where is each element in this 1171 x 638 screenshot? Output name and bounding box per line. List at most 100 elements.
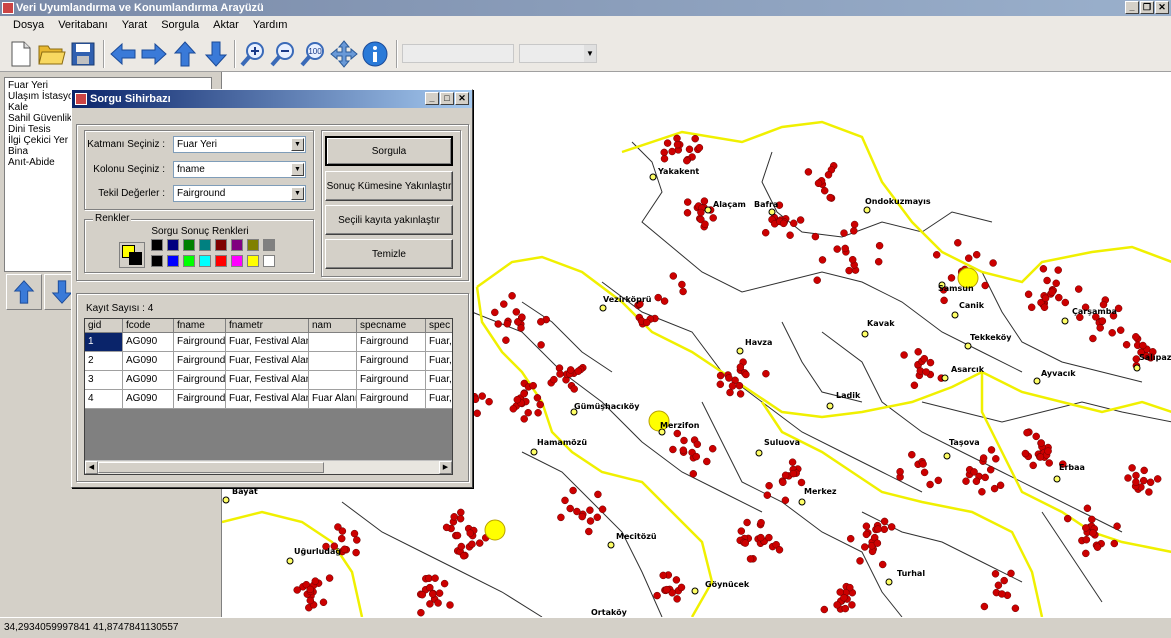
table-cell[interactable] [309, 371, 357, 390]
menu-aktar[interactable]: Aktar [206, 16, 246, 36]
table-cell[interactable]: Fairground [174, 333, 226, 352]
color-swatch[interactable] [199, 239, 211, 251]
color-swatch[interactable] [183, 255, 195, 267]
scroll-left-icon[interactable]: ◀ [85, 461, 98, 474]
table-row[interactable]: 1 AG090 Fairground Fuar, Festival Alanı … [85, 333, 452, 352]
table-cell[interactable]: AG090 [123, 390, 174, 409]
column-header[interactable]: gid [85, 319, 123, 333]
table-cell[interactable]: 2 [85, 352, 123, 371]
scroll-thumb[interactable] [98, 462, 324, 473]
table-cell[interactable]: Fuar, Festival Alanı [226, 333, 309, 352]
color-swatch[interactable] [263, 255, 275, 267]
table-row[interactable]: 3 AG090 Fairground Fuar, Festival Alanı … [85, 371, 452, 390]
zoom-to-results-button[interactable]: Sonuç Kümesine Yakınlaştır [325, 171, 453, 201]
results-table[interactable]: gid fcode fname fnametr nam specname spe… [84, 318, 453, 475]
color-swatch[interactable] [183, 239, 195, 251]
color-swatch[interactable] [231, 239, 243, 251]
column-header[interactable]: fcode [123, 319, 174, 333]
column-select[interactable]: fname ▼ [173, 161, 306, 178]
color-swatch[interactable] [215, 239, 227, 251]
table-cell[interactable]: Fuar, Festival Alanı [226, 352, 309, 371]
table-cell[interactable]: Fairground [357, 333, 426, 352]
zoom-in-icon[interactable] [238, 39, 268, 69]
table-cell[interactable]: 3 [85, 371, 123, 390]
table-row[interactable]: 4 AG090 Fairground Fuar, Festival Alanı … [85, 390, 452, 409]
query-button[interactable]: Sorgula [325, 136, 453, 166]
open-folder-icon[interactable] [37, 39, 67, 69]
toolbar-text-box[interactable] [402, 44, 514, 63]
zoom-100-icon[interactable]: 100 [298, 39, 328, 69]
color-swatch[interactable] [167, 239, 179, 251]
table-cell[interactable]: AG090 [123, 333, 174, 352]
dialog-maximize-button[interactable]: □ [440, 92, 454, 105]
menu-yarat[interactable]: Yarat [115, 16, 154, 36]
color-swatch[interactable] [151, 239, 163, 251]
layer-select[interactable]: Fuar Yeri ▼ [173, 136, 306, 153]
table-cell[interactable]: Fuar, Festival Alanı [226, 371, 309, 390]
chevron-down-icon[interactable]: ▼ [584, 45, 596, 62]
color-swatch[interactable] [215, 255, 227, 267]
table-cell[interactable]: 1 [85, 333, 123, 352]
arrow-right-icon[interactable] [139, 39, 169, 69]
color-swatch[interactable] [263, 239, 275, 251]
selected-color-preview[interactable] [119, 242, 145, 268]
toolbar-combo[interactable]: ▼ [519, 44, 597, 63]
color-swatch[interactable] [247, 239, 259, 251]
table-cell[interactable]: Fuar, Festival Alanı [226, 390, 309, 409]
zoom-out-icon[interactable] [268, 39, 298, 69]
column-header[interactable]: fnametr [226, 319, 309, 333]
column-header[interactable]: nam [309, 319, 357, 333]
table-cell[interactable]: 4 [85, 390, 123, 409]
horizontal-scrollbar[interactable]: ◀ ▶ [85, 460, 452, 474]
column-header[interactable]: spec [426, 319, 452, 333]
table-cell[interactable] [309, 333, 357, 352]
arrow-up-icon[interactable] [170, 39, 200, 69]
unique-values-select[interactable]: Fairground ▼ [173, 185, 306, 202]
save-icon[interactable] [68, 39, 98, 69]
table-cell[interactable]: Fuar, [426, 352, 452, 371]
table-cell[interactable]: AG090 [123, 352, 174, 371]
column-header[interactable]: specname [357, 319, 426, 333]
dialog-close-button[interactable]: ✕ [455, 92, 469, 105]
pan-icon[interactable] [329, 39, 359, 69]
color-swatch[interactable] [167, 255, 179, 267]
table-cell[interactable]: Fairground [357, 352, 426, 371]
column-header[interactable]: fname [174, 319, 226, 333]
menu-yardim[interactable]: Yardım [246, 16, 295, 36]
color-swatch[interactable] [247, 255, 259, 267]
table-cell[interactable]: Fairground [174, 352, 226, 371]
table-cell[interactable]: Fairground [174, 390, 226, 409]
highlight-point[interactable] [484, 519, 506, 541]
table-cell[interactable]: Fuar Alanı [309, 390, 357, 409]
new-file-icon[interactable] [6, 39, 36, 69]
minimize-button[interactable]: _ [1125, 1, 1139, 14]
chevron-down-icon[interactable]: ▼ [291, 138, 304, 151]
menu-sorgula[interactable]: Sorgula [154, 16, 206, 36]
color-swatch[interactable] [231, 255, 243, 267]
table-cell[interactable]: AG090 [123, 371, 174, 390]
info-icon[interactable] [360, 39, 390, 69]
menu-dosya[interactable]: Dosya [6, 16, 51, 36]
chevron-down-icon[interactable]: ▼ [291, 163, 304, 176]
clear-button[interactable]: Temizle [325, 239, 453, 269]
restore-button[interactable]: ❐ [1140, 1, 1154, 14]
color-swatch[interactable] [199, 255, 211, 267]
arrow-left-icon[interactable] [108, 39, 138, 69]
color-swatch[interactable] [151, 255, 163, 267]
table-cell[interactable]: Fuar, [426, 371, 452, 390]
menu-veritabani[interactable]: Veritabanı [51, 16, 115, 36]
close-button[interactable]: ✕ [1155, 1, 1169, 14]
chevron-down-icon[interactable]: ▼ [291, 187, 304, 200]
layer-up-button[interactable] [6, 274, 42, 310]
table-row[interactable]: 2 AG090 Fairground Fuar, Festival Alanı … [85, 352, 452, 371]
table-cell[interactable]: Fairground [174, 371, 226, 390]
scroll-right-icon[interactable]: ▶ [439, 461, 452, 474]
table-cell[interactable]: Fairground [357, 390, 426, 409]
table-cell[interactable]: Fairground [357, 371, 426, 390]
table-cell[interactable] [309, 352, 357, 371]
arrow-down-icon[interactable] [201, 39, 231, 69]
table-cell[interactable]: Fuar, [426, 333, 452, 352]
table-cell[interactable]: Fuar, [426, 390, 452, 409]
dialog-minimize-button[interactable]: _ [425, 92, 439, 105]
zoom-to-selected-button[interactable]: Seçili kayıta yakınlaştır [325, 205, 453, 235]
